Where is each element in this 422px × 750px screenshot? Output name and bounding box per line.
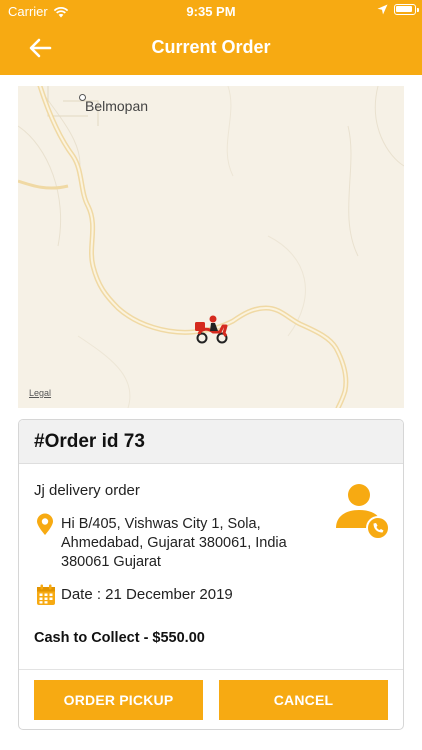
order-map[interactable]: Belmopan Legal [18,86,404,408]
status-time: 9:35 PM [186,4,236,19]
cancel-button[interactable]: CANCEL [219,680,388,720]
status-right-icons [377,4,419,15]
app-header: Carrier 9:35 PM Current Order [0,0,422,75]
order-pickup-button[interactable]: ORDER PICKUP [34,680,203,720]
legal-link[interactable]: Legal [29,388,51,398]
order-date: Date : 21 December 2019 [61,586,233,603]
delivery-address: Hi B/405, Vishwas City 1, Sola, Ahmedaba… [61,516,287,570]
order-card: #Order id 73 Jj delivery order Hi B/405,… [18,419,404,730]
status-bar: Carrier 9:35 PM [0,0,422,24]
contact-call-icon[interactable] [334,480,392,540]
order-name: Jj delivery order [34,482,140,499]
cash-to-collect: Cash to Collect - $550.00 [34,630,205,646]
page-title: Current Order [151,37,271,57]
location-arrow-icon [377,4,388,15]
battery-icon [394,4,419,15]
delivery-scooter-icon [195,315,228,344]
map-terrain [18,86,404,408]
divider [19,669,403,670]
city-label: Belmopan [85,98,149,114]
location-pin-icon [37,513,53,535]
calendar-icon [37,584,55,605]
order-id-heading: #Order id 73 [19,420,403,464]
